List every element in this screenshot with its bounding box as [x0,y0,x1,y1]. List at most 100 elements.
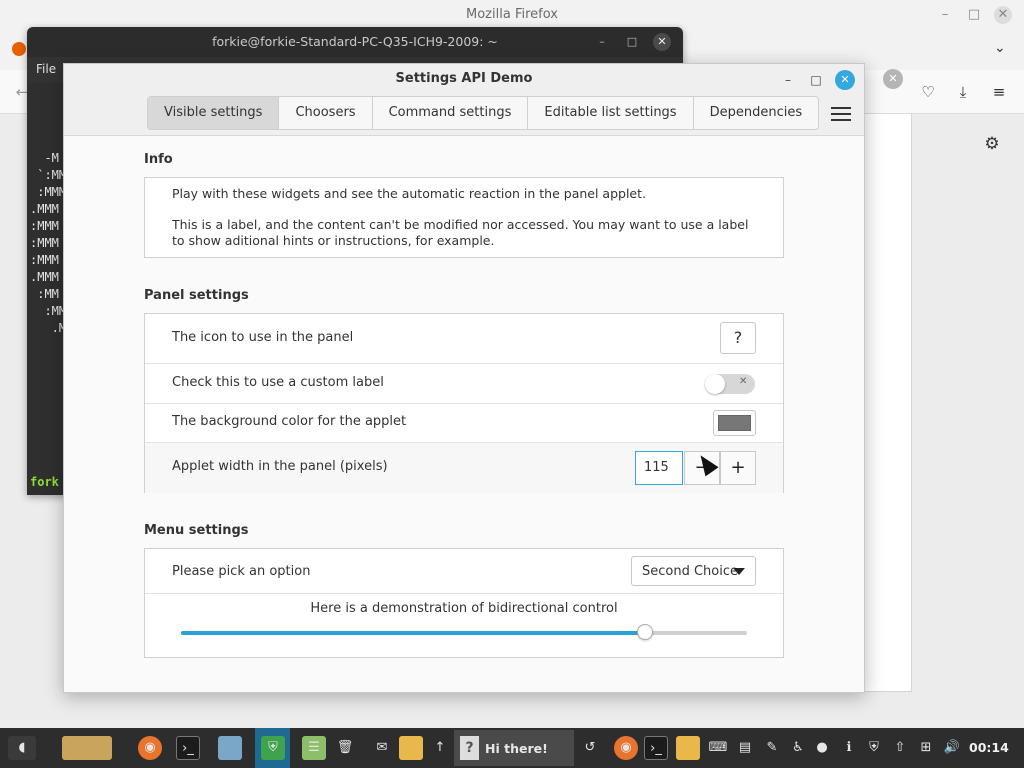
firefox-close-icon[interactable]: ✕ [994,6,1012,24]
settings-dialog: Settings API Demo – □ ✕ Visible settings… [63,63,865,693]
slider-track[interactable] [181,624,747,640]
slider-row: Here is a demonstration of bidirectional… [145,594,783,657]
update-icon[interactable]: ⇧ [888,736,912,760]
terminal-line: :MM [30,287,59,301]
tab-list-chevron-icon[interactable]: ⌄ [994,40,1006,56]
question-icon: ? [460,736,479,760]
download-icon[interactable]: ⤓ [953,82,973,102]
tab-visible-settings[interactable]: Visible settings [148,97,280,129]
files-launcher-icon[interactable] [218,736,242,760]
taskbar-window-hi-there[interactable]: ? Hi there! [454,730,574,766]
width-row-label: Applet width in the panel (pixels) [172,459,388,474]
keyboard-icon[interactable]: ⌨ [706,736,730,760]
network-icon[interactable]: ⊞ [914,736,938,760]
slider-thumb[interactable] [637,624,654,640]
firefox-page [860,114,912,692]
bg-color-row: The background color for the applet [145,404,783,443]
terminal-line: :MM [30,304,67,318]
dropdown-value: Second Choice [642,564,739,579]
clock[interactable]: 00:14 [969,740,1009,755]
folder-tray-icon[interactable] [676,736,700,760]
dialog-title: Settings API Demo [395,71,533,86]
increment-button[interactable]: + [720,451,756,485]
taskbar-window-label: Hi there! [485,741,548,756]
volume-icon[interactable]: 🔊 [940,736,964,760]
terminal-line: .MMM [30,270,59,284]
dialog-header: Settings API Demo – □ ✕ Visible settings… [64,64,864,136]
info-heading: Info [144,152,173,167]
info-line-1: Play with these widgets and see the auto… [172,186,646,201]
firefox-launcher-icon[interactable]: ◉ [138,736,162,760]
firefox-tray-icon[interactable]: ◉ [614,736,638,760]
taskbar: ◖ ◉ ›_ ⛨ ☰ 🗑 ✉ ↑ ? Hi there! ↺ ◉ ›_ ⌨ ▤ … [0,728,1024,768]
shield-app-icon[interactable]: ⛨ [261,736,285,760]
folder-icon[interactable] [399,736,423,760]
edit-icon[interactable]: ✎ [760,736,784,760]
custom-label-switch[interactable]: ✕ [705,374,755,394]
terminal-minimize-icon[interactable]: – [593,33,611,51]
terminal-line: :MMM [30,236,59,250]
icon-row-label: The icon to use in the panel [172,330,354,345]
pocket-icon[interactable]: ♡ [918,82,938,102]
history-icon[interactable]: ↺ [578,736,602,760]
firefox-minimize-icon[interactable]: – [936,6,954,24]
terminal-title: forkie@forkie-Standard-PC-Q35-ICH9-2009:… [212,34,498,49]
tab-editable-list-settings[interactable]: Editable list settings [528,97,694,129]
terminal-tray-icon[interactable]: ›_ [644,736,668,760]
info-icon[interactable]: ℹ [837,736,861,760]
slider-fill [181,631,646,635]
input-method-icon[interactable]: ▤ [733,736,757,760]
dialog-maximize-icon[interactable]: □ [806,70,826,90]
terminal-line: .MMM [30,202,59,216]
trash-icon[interactable]: 🗑 [333,736,357,760]
tab-choosers[interactable]: Choosers [279,97,373,129]
hamburger-menu-icon[interactable] [831,104,851,122]
accessibility-icon[interactable]: ♿ [786,736,810,760]
terminal-line: `:MM [30,168,67,182]
panel-settings-box: The icon to use in the panel ? Check thi… [144,313,784,493]
firefox-dialog-close-icon[interactable]: ✕ [883,69,903,89]
tab-dependencies[interactable]: Dependencies [694,97,819,129]
switch-knob [705,374,725,394]
firefox-logo-icon [12,42,26,56]
settings-app-icon[interactable]: ☰ [302,736,326,760]
icon-row: The icon to use in the panel ? [145,314,783,364]
start-menu-icon[interactable]: ◖ [8,736,36,760]
info-box: Play with these widgets and see the auto… [144,177,784,258]
dropdown-arrow-icon [733,568,745,575]
firefox-title: Mozilla Firefox [466,7,558,22]
workspace-switcher-icon[interactable] [62,736,112,760]
terminal-line: .M [30,321,67,335]
panel-settings-heading: Panel settings [144,288,249,303]
info-line-2: This is a label, and the content can't b… [172,217,749,248]
color-swatch [718,415,751,431]
width-row: Applet width in the panel (pixels) 115 −… [145,443,783,493]
gear-icon[interactable]: ⚙ [982,134,1002,154]
pick-row-label: Please pick an option [172,564,311,579]
terminal-launcher-icon[interactable]: ›_ [176,736,200,760]
slider-label: Here is a demonstration of bidirectional… [310,601,618,616]
switch-off-icon: ✕ [739,376,748,387]
width-spin-input[interactable]: 115 [635,451,683,485]
dialog-close-icon[interactable]: ✕ [835,70,855,90]
color-picker-button[interactable] [713,410,756,436]
icon-chooser-button[interactable]: ? [720,322,756,354]
terminal-menu-file[interactable]: File [36,62,56,76]
user-icon[interactable]: ● [810,736,834,760]
firefox-maximize-icon[interactable]: □ [965,6,983,24]
custom-label-row-label: Check this to use a custom label [172,375,384,390]
terminal-close-icon[interactable]: ✕ [653,33,671,51]
up-arrow-icon[interactable]: ↑ [428,736,452,760]
bg-color-row-label: The background color for the applet [172,414,407,429]
menu-settings-heading: Menu settings [144,523,249,538]
terminal-line: -M [30,151,59,165]
terminal-maximize-icon[interactable]: □ [623,33,641,51]
mail-icon[interactable]: ✉ [370,736,394,760]
dialog-minimize-icon[interactable]: – [778,70,798,90]
terminal-prompt: fork [30,475,59,489]
app-menu-icon[interactable]: ≡ [989,82,1009,102]
terminal-line: :MMM [30,253,59,267]
shield-tray-icon[interactable]: ⛨ [862,736,886,760]
tab-command-settings[interactable]: Command settings [373,97,529,129]
option-dropdown[interactable]: Second Choice [631,556,756,586]
